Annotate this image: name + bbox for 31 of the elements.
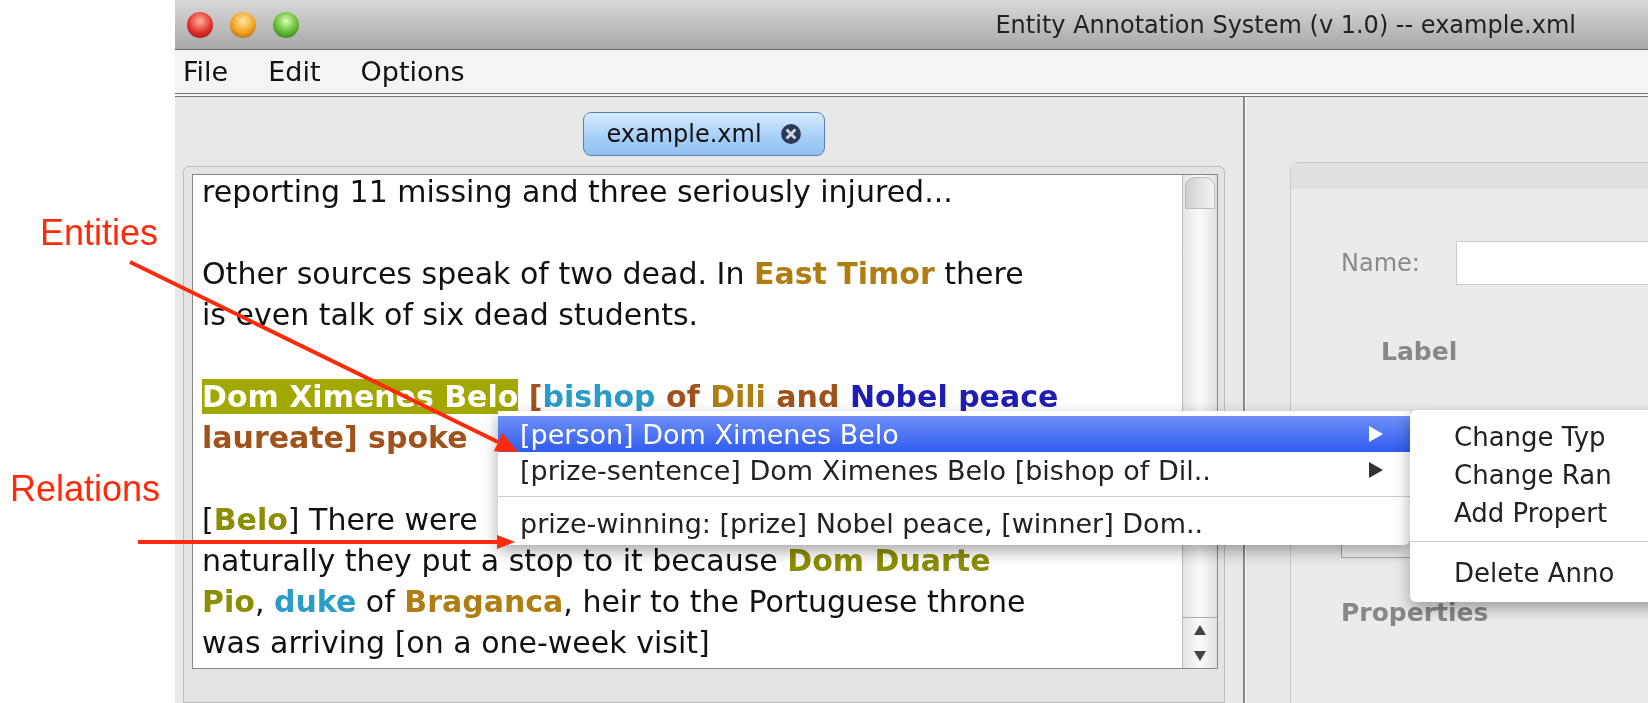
text-span: duke (273, 584, 357, 619)
text-span: Braganca (404, 584, 564, 619)
annotation-label: Relations (10, 468, 161, 510)
window-title: Entity Annotation System (v 1.0) -- example.xml (995, 10, 1577, 39)
text-span: naturally they put a stop to it because (202, 543, 779, 578)
text-span: of (364, 584, 397, 619)
text-span: Dili (710, 379, 766, 414)
text-span: Pio (202, 584, 255, 619)
text-span: was arriving [on a one-week visit] (202, 625, 710, 660)
text-span: Other sources speak of two dead. In (202, 256, 746, 291)
text-span: Nobel peace (849, 379, 1059, 414)
text-span: , (254, 584, 266, 619)
annotation-label: Entities (40, 212, 159, 254)
text-span: there (943, 256, 1024, 291)
text-span: laureate] spoke (202, 420, 468, 455)
text-span: Dom Duarte (787, 543, 991, 578)
text-span: , heir to the Portuguese throne (563, 584, 1026, 619)
label-heading: Label (1381, 337, 1459, 366)
text-span: [ (202, 502, 214, 537)
text-span: of (665, 379, 701, 414)
properties-heading: Properties (1341, 598, 1490, 627)
name-label: Name: (1341, 249, 1420, 277)
text-span: Belo (213, 502, 288, 537)
text-span: Dom Ximenes Belo (202, 379, 519, 414)
text-span: and (775, 379, 841, 414)
text-span: is even talk of six dead students. (202, 297, 699, 332)
text-span: reporting 11 missing and three seriously injured... (202, 175, 953, 209)
text-span: bishop (542, 379, 656, 414)
text-span: East Timor (753, 256, 935, 291)
text-span: ] There were (287, 502, 478, 537)
text-span: [ (527, 379, 543, 414)
